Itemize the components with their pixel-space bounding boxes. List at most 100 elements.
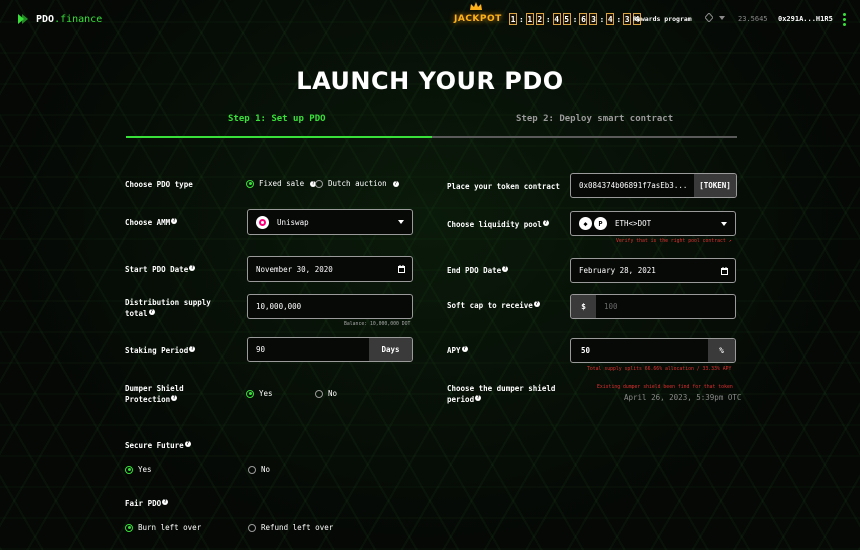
radio-unselected-icon	[315, 179, 323, 188]
soft-cap-input[interactable]: $ 100	[570, 294, 736, 319]
apy-label: APY?	[447, 345, 468, 355]
crown-icon	[470, 2, 482, 10]
radio-unselected-icon	[315, 389, 323, 398]
help-icon[interactable]: ?	[461, 346, 468, 352]
tab-active-indicator	[126, 136, 432, 138]
token-contract-input[interactable]: 0x084374b06891f7asEb3... [TOKEN]	[570, 173, 737, 198]
chevron-down-icon	[398, 220, 404, 224]
network-selector[interactable]	[705, 13, 725, 22]
radio-burn-left-over[interactable]: Burn left over	[125, 523, 201, 532]
timer-digit: 4	[552, 13, 561, 25]
liquidity-pool-select[interactable]: ◆ P ETH<>DOT	[570, 211, 736, 236]
timer-digit: 3	[589, 13, 598, 25]
help-icon[interactable]: ?	[189, 265, 196, 271]
help-icon[interactable]: ?	[171, 395, 178, 401]
dumper-period-warning: Existing dumper shield been find for tha…	[597, 385, 733, 390]
calendar-icon	[398, 265, 405, 273]
radio-secure-no[interactable]: No	[248, 465, 270, 474]
ethereum-icon: ◆	[579, 217, 592, 230]
radio-selected-icon	[246, 389, 254, 398]
radio-selected-icon	[246, 179, 254, 188]
fair-pdo-label: Fair PDO?	[125, 498, 169, 508]
radio-dumper-yes[interactable]: Yes	[246, 389, 273, 398]
amm-label: Choose AMM?	[125, 217, 178, 227]
radio-refund-left-over[interactable]: Refund left over	[248, 523, 333, 532]
radio-unselected-icon	[248, 465, 256, 474]
end-date-label: End PDO Date?	[447, 265, 509, 275]
token-button[interactable]: [TOKEN]	[694, 174, 736, 197]
rewards-program-link[interactable]: Rewards program	[633, 15, 692, 23]
start-date-label: Start PDO Date?	[125, 264, 196, 274]
help-icon[interactable]: ?	[184, 441, 191, 447]
end-date-input[interactable]: February 28, 2021	[570, 258, 736, 283]
radio-dumper-no[interactable]: No	[315, 389, 337, 398]
liquidity-pool-label: Choose liquidity pool?	[447, 219, 549, 229]
tab-deploy-contract[interactable]: Step 2: Deploy smart contract	[516, 114, 673, 124]
currency-prefix: $	[571, 295, 596, 318]
timer-colon: :	[616, 14, 622, 24]
soft-cap-label: Soft cap to receive?	[447, 300, 540, 310]
radio-unselected-icon	[248, 523, 256, 532]
ethereum-icon	[705, 13, 713, 22]
timer-digit: 4	[606, 13, 615, 25]
dumper-period-label: Choose the dumper shield period?	[447, 384, 556, 404]
chevron-down-icon	[719, 15, 725, 20]
start-date-input[interactable]: November 30, 2020	[247, 256, 413, 282]
apy-warning: Total supply splits 66.66% allocation / …	[587, 367, 732, 372]
jackpot-timer: 1 : 1 2 : 4 5 : 6 3 : 4 : 3 4	[509, 13, 642, 25]
timer-digit: 6	[579, 13, 588, 25]
help-icon[interactable]: ?	[189, 346, 196, 352]
radio-selected-icon	[125, 523, 133, 532]
help-icon[interactable]: ?	[148, 309, 155, 315]
help-icon[interactable]: ?	[475, 395, 482, 401]
token-contract-label: Place your token contract	[447, 182, 560, 191]
staking-period-input[interactable]: 90 Days	[247, 337, 413, 362]
secure-future-label: Secure Future?	[125, 440, 191, 450]
pool-warning: Verify that is the right pool contract ↗	[616, 239, 732, 244]
timer-colon: :	[519, 14, 524, 24]
staking-unit: Days	[369, 338, 412, 361]
radio-dutch-auction[interactable]: Dutch auction?	[315, 179, 399, 188]
help-icon[interactable]: ?	[502, 266, 509, 272]
amm-select[interactable]: Uniswap	[247, 209, 413, 235]
timer-colon: :	[572, 14, 578, 24]
timer-digit: 5	[562, 13, 571, 25]
page-title: LAUNCH YOUR PDO	[296, 67, 564, 95]
uniswap-icon	[256, 215, 269, 229]
balance-hint: Balance: 10,000,000 DOT	[344, 322, 411, 327]
logo-text: PDO.finance	[36, 13, 103, 25]
help-icon[interactable]: ?	[542, 220, 549, 226]
staking-period-label: Staking Period?	[125, 345, 196, 355]
menu-dots-icon[interactable]	[843, 13, 847, 26]
timer-digit: 1	[525, 13, 534, 25]
wallet-balance: 23.5645	[738, 15, 768, 23]
chevron-down-icon	[721, 221, 727, 226]
radio-fixed-sale[interactable]: Fixed sale?	[246, 179, 317, 188]
timer-colon: :	[599, 14, 605, 24]
percent-unit: %	[708, 339, 735, 362]
dumper-shield-label: Dumper Shield Protection?	[125, 384, 184, 404]
calendar-icon	[721, 266, 728, 275]
distribution-label: Distribution supply total?	[125, 298, 211, 318]
pdo-type-label: Choose PDO type	[125, 180, 193, 189]
jackpot-label: JACKPOT	[454, 14, 502, 24]
dumper-period-date: April 26, 2023, 5:39pm OTC	[624, 393, 742, 402]
pair-icons: ◆ P	[579, 217, 607, 230]
external-link-icon[interactable]: ↗	[729, 239, 732, 244]
timer-digit: 2	[535, 13, 544, 25]
logo-icon	[18, 14, 28, 24]
tab-setup-pdo[interactable]: Step 1: Set up PDO	[228, 114, 326, 124]
help-icon[interactable]: ?	[162, 499, 169, 505]
help-icon[interactable]: ?	[533, 301, 540, 307]
help-icon[interactable]: ?	[171, 218, 178, 224]
logo[interactable]: PDO.finance	[16, 12, 102, 26]
apy-input[interactable]: 50 %	[570, 338, 736, 363]
wallet-address[interactable]: 0x291A...H1R5	[778, 15, 833, 23]
timer-colon: :	[545, 14, 551, 24]
timer-digit: 3	[623, 13, 632, 25]
help-icon[interactable]: ?	[392, 180, 399, 187]
radio-secure-yes[interactable]: Yes	[125, 465, 152, 474]
top-bar: PDO.finance JACKPOT 1 : 1 2 : 4 5 : 6 3 …	[0, 0, 860, 40]
distribution-supply-input[interactable]: 10,000,000	[247, 294, 413, 319]
polkadot-icon: P	[594, 217, 607, 230]
